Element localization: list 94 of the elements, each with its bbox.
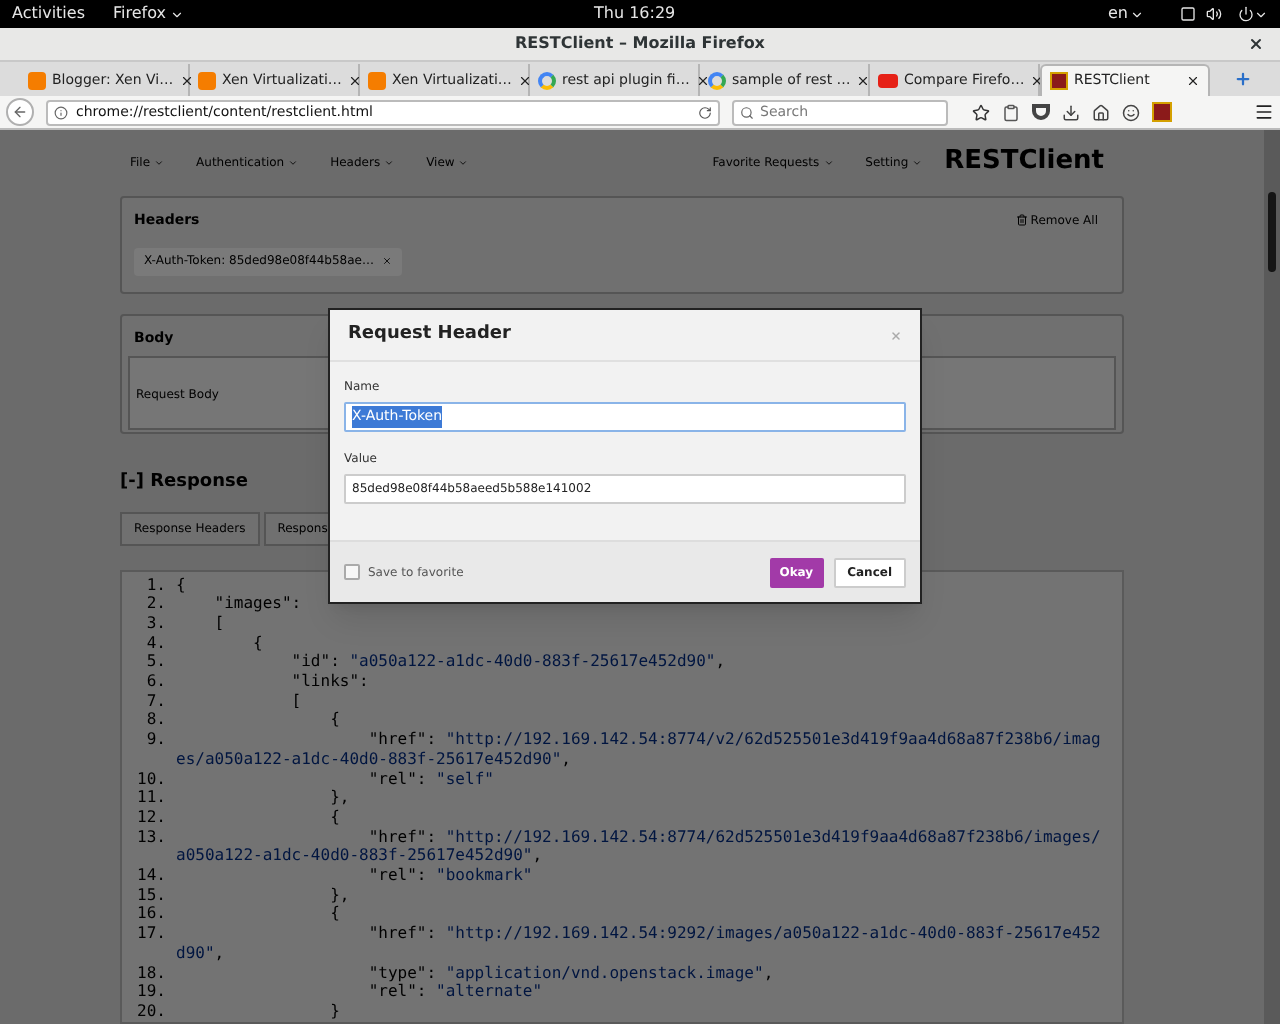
code-line: { xyxy=(251,633,263,653)
app-icon[interactable] xyxy=(1152,102,1172,122)
line-number: 11. xyxy=(135,788,168,808)
scrollbar-thumb[interactable] xyxy=(1268,192,1276,272)
code-line: "href": "http://192.169.142.54:8774/62d525501e3d419f9aa4d68a87f238b6/images/ xyxy=(366,827,1101,847)
code-line: "images": xyxy=(212,594,302,614)
close-icon[interactable] xyxy=(1248,36,1264,52)
home-icon[interactable] xyxy=(1092,103,1110,121)
search-icon xyxy=(740,105,754,119)
code-line: "href": "http://192.169.142.54:9292/images/a050a122-a1dc-40d0-883f-25617e452 xyxy=(366,924,1101,944)
reload-icon[interactable] xyxy=(698,105,712,119)
caret-icon[interactable] xyxy=(1254,7,1268,21)
new-tab-icon[interactable] xyxy=(1234,70,1252,88)
line-number: 9. xyxy=(144,730,168,750)
code-line: [ xyxy=(212,613,225,634)
blogger-icon xyxy=(368,71,386,89)
menu-icon[interactable] xyxy=(1254,102,1274,122)
line-number: 3. xyxy=(144,613,168,634)
line-number: 15. xyxy=(135,885,168,905)
close-tab-icon[interactable] xyxy=(856,73,871,87)
line-number: 16. xyxy=(135,904,168,925)
app-icon xyxy=(1050,72,1068,90)
code-line: "rel": "self" xyxy=(366,769,494,789)
back-button[interactable] xyxy=(6,98,34,126)
code-line: d90", xyxy=(176,943,225,964)
bookmark-star-icon[interactable] xyxy=(972,103,990,121)
pocket-icon[interactable] xyxy=(1032,104,1050,120)
clipboard-icon[interactable] xyxy=(1002,103,1020,121)
clock[interactable]: Thu 16:29 xyxy=(594,2,676,26)
code-line: es/a050a122-a1dc-40d0-883f-25617e452d90", xyxy=(176,749,571,770)
code-line: }, xyxy=(328,885,350,905)
close-tab-icon[interactable] xyxy=(347,73,362,87)
line-number: 18. xyxy=(135,963,168,983)
trash-icon xyxy=(1016,214,1029,227)
line-number: 19. xyxy=(135,982,168,1002)
line-number: 12. xyxy=(135,807,168,828)
code-line: a050a122-a1dc-40d0-883f-25617e452d90", xyxy=(176,846,543,867)
caret-icon xyxy=(912,157,923,167)
line-number: 2. xyxy=(144,594,168,614)
close-tab-icon[interactable] xyxy=(517,73,532,87)
smiley-icon[interactable] xyxy=(1122,103,1140,121)
line-number: 7. xyxy=(144,691,168,711)
caret-icon xyxy=(169,7,184,21)
download-icon[interactable] xyxy=(1062,103,1080,121)
code-line: "rel": "bookmark" xyxy=(366,866,533,886)
caret-icon xyxy=(458,157,469,167)
code-line: { xyxy=(328,904,340,925)
caret-icon xyxy=(384,157,395,167)
info-icon[interactable] xyxy=(54,105,68,119)
code-line: { xyxy=(176,575,186,595)
code-line: "rel": "alternate" xyxy=(366,982,543,1002)
code-line: "type": "application/vnd.openstack.image", xyxy=(366,963,774,983)
save-favorite-checkbox[interactable] xyxy=(344,564,360,580)
response-title: [-] Response xyxy=(120,470,248,496)
activities-button[interactable]: Activities xyxy=(12,2,85,26)
code-line: { xyxy=(328,710,340,731)
window-title: RESTClient – Mozilla Firefox xyxy=(515,32,765,56)
code-line: "href": "http://192.169.142.54:8774/v2/62d525501e3d419f9aa4d68a87f238b6/imag xyxy=(366,730,1101,750)
caret-icon xyxy=(823,157,834,167)
dialog-title: Request Header xyxy=(348,321,511,348)
google-icon xyxy=(538,71,556,89)
close-tab-icon[interactable] xyxy=(1186,74,1200,88)
line-number: 8. xyxy=(144,710,168,731)
code-line: "id": "a050a122-a1dc-40d0-883f-25617e452d90", xyxy=(289,652,726,673)
language-menu[interactable]: en xyxy=(1108,2,1144,26)
code-line: "links": xyxy=(289,672,369,692)
caret-icon xyxy=(154,157,165,167)
brand-title: RESTClient xyxy=(944,144,1104,181)
caret-icon xyxy=(1130,7,1144,21)
line-number: 13. xyxy=(135,827,168,847)
close-tab-icon[interactable] xyxy=(695,73,710,87)
google-icon xyxy=(708,71,726,89)
line-number: 17. xyxy=(135,924,168,944)
line-number: 20. xyxy=(135,1001,168,1022)
back-arrow-icon xyxy=(12,104,28,120)
line-number: 5. xyxy=(144,652,168,673)
line-number: 1. xyxy=(144,575,168,595)
window-icon[interactable] xyxy=(1180,6,1196,22)
volume-icon[interactable] xyxy=(1206,6,1222,22)
play-icon xyxy=(878,73,898,87)
close-tab-icon[interactable] xyxy=(179,73,194,87)
line-number: 14. xyxy=(135,866,168,886)
line-number: 6. xyxy=(144,672,168,692)
power-icon[interactable] xyxy=(1238,6,1254,22)
line-number: 4. xyxy=(144,633,168,653)
code-line: [ xyxy=(289,691,302,711)
blogger-icon xyxy=(28,71,46,89)
code-line: } xyxy=(328,1001,340,1022)
line-number: 10. xyxy=(135,769,168,789)
caret-icon xyxy=(288,157,299,167)
code-line: }, xyxy=(328,788,350,808)
code-line: { xyxy=(328,807,340,828)
blogger-icon xyxy=(198,71,216,89)
app-menu[interactable]: Firefox xyxy=(113,2,184,26)
